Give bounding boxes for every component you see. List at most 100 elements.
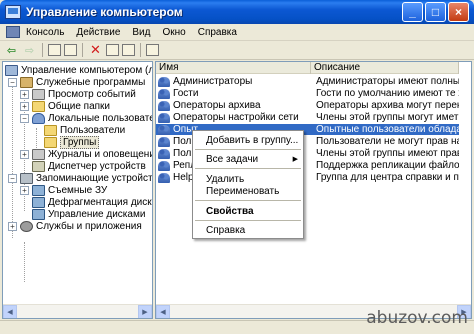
tree-item-local-users[interactable]: − Локальные пользователи и	[20, 112, 152, 124]
expand-icon[interactable]: +	[20, 185, 29, 195]
tree-item-label: Служебные программы	[36, 76, 146, 88]
scroll-right-icon[interactable]: ▶	[138, 305, 152, 318]
tree-item-label: Съемные ЗУ	[48, 184, 108, 196]
defrag-icon	[32, 196, 45, 208]
menu-bar: Консоль Действие Вид Окно Справка	[0, 24, 474, 41]
ctx-item-label: Все задачи	[206, 153, 259, 165]
computer-icon	[5, 64, 18, 76]
ctx-add-to-group[interactable]: Добавить в группу...	[193, 134, 303, 146]
ctx-item-label: Справка	[206, 224, 246, 236]
group-name: Операторы архива	[173, 100, 261, 111]
ctx-properties[interactable]: Свойства	[193, 205, 303, 217]
group-icon	[158, 136, 170, 147]
shared-folder-icon	[32, 100, 45, 112]
folder-icon	[44, 124, 57, 136]
tools-icon	[20, 76, 33, 88]
group-icon	[158, 100, 170, 111]
window-title: Управление компьютером	[26, 5, 183, 19]
ctx-separator	[195, 200, 301, 201]
tree-item-label: Запоминающие устройства	[36, 172, 153, 184]
menu-console[interactable]: Консоль	[20, 27, 70, 38]
collapse-icon[interactable]: −	[8, 173, 17, 183]
expand-icon[interactable]: +	[20, 89, 29, 99]
group-description: Группа для центра справки и под	[316, 172, 459, 183]
list-row[interactable]: Операторы архива Операторы архива могут …	[156, 100, 459, 111]
ctx-help[interactable]: Справка	[193, 224, 303, 236]
tree-item-label: Общие папки	[48, 100, 111, 112]
group-icon	[158, 160, 170, 171]
users-icon	[32, 112, 45, 124]
tree-item-groups[interactable]: Группы	[44, 135, 100, 149]
tree-root[interactable]: Управление компьютером (локаль	[5, 64, 152, 76]
expand-icon[interactable]: +	[20, 101, 29, 111]
properties-icon[interactable]	[106, 44, 119, 56]
tree-item-device-manager[interactable]: Диспетчер устройств	[32, 160, 146, 172]
group-name: Операторы настройки сети	[173, 112, 299, 123]
toolbar-separator	[42, 43, 43, 57]
maximize-button[interactable]: □	[425, 2, 446, 22]
close-button[interactable]: ×	[448, 2, 469, 22]
show-tree-icon[interactable]	[64, 44, 77, 56]
help-icon[interactable]	[146, 44, 159, 56]
tree-item-label: Службы и приложения	[36, 220, 142, 232]
tree-item-logs-alerts[interactable]: + Журналы и оповещения пр	[20, 148, 152, 160]
tree-item-disk-management[interactable]: Управление дисками	[32, 208, 145, 220]
menu-action[interactable]: Действие	[70, 27, 126, 38]
back-arrow-icon[interactable]: ⇦	[4, 43, 19, 58]
column-header-description[interactable]: Описание	[311, 62, 459, 74]
list-row[interactable]: Операторы настройки сети Члены этой груп…	[156, 112, 459, 123]
scroll-left-icon[interactable]: ◀	[156, 305, 170, 318]
expand-icon[interactable]: +	[20, 149, 29, 159]
services-icon	[20, 220, 33, 232]
collapse-icon[interactable]: −	[20, 113, 29, 123]
ctx-separator	[195, 220, 301, 221]
tree-item-shared-folders[interactable]: + Общие папки	[20, 100, 110, 112]
removable-storage-icon	[32, 184, 45, 196]
toolbar-separator	[140, 43, 141, 57]
tree-item-label: Управление дисками	[48, 208, 146, 220]
expand-icon[interactable]: +	[8, 221, 17, 231]
tree-horizontal-scrollbar[interactable]: ◀ ▶	[3, 304, 152, 318]
forward-arrow-icon[interactable]: ⇨	[22, 43, 37, 58]
computer-management-icon	[5, 5, 21, 19]
ctx-item-label: Добавить в группу...	[206, 134, 299, 146]
console-menu-icon[interactable]	[6, 26, 20, 38]
tree-item-users[interactable]: Пользователи	[44, 124, 125, 136]
group-description: Поддержка репликации файлов в	[316, 160, 459, 171]
submenu-arrow-icon: ▶	[292, 156, 298, 163]
tree-item-defrag[interactable]: Дефрагментация диска	[32, 196, 152, 208]
group-description: Члены этой группы могут иметь	[316, 112, 459, 123]
column-header-name[interactable]: Имя	[156, 62, 311, 74]
ctx-delete[interactable]: Удалить	[193, 173, 303, 185]
ctx-rename[interactable]: Переименовать	[193, 185, 303, 197]
tree-item-removable-storage[interactable]: + Съемные ЗУ	[20, 184, 107, 196]
menu-help[interactable]: Справка	[192, 27, 243, 38]
list-row[interactable]: Гости Гости по умолчанию имеют те же	[156, 88, 459, 99]
group-icon	[158, 148, 170, 159]
collapse-icon[interactable]: −	[8, 77, 17, 87]
group-name: Гости	[173, 88, 199, 99]
tree-item-event-viewer[interactable]: + Просмотр событий	[20, 88, 136, 100]
ctx-item-label: Свойства	[206, 205, 254, 217]
ctx-all-tasks[interactable]: Все задачи ▶	[193, 153, 303, 165]
scroll-left-icon[interactable]: ◀	[3, 305, 17, 318]
delete-icon[interactable]: ✕	[88, 42, 103, 58]
export-icon[interactable]	[122, 44, 135, 56]
tree-item-label: Журналы и оповещения пр	[48, 148, 152, 160]
list-row[interactable]: Администраторы Администраторы имеют полн…	[156, 76, 459, 87]
tree-item-services-apps[interactable]: + Службы и приложения	[8, 220, 142, 232]
tree-item-utilities[interactable]: − Служебные программы	[8, 76, 145, 88]
menu-window[interactable]: Окно	[156, 27, 191, 38]
console-tree[interactable]: Управление компьютером (локаль − Служебн…	[2, 61, 153, 319]
minimize-button[interactable]: _	[402, 2, 423, 22]
group-description: Члены этой группы имеют право	[316, 148, 459, 159]
up-folder-icon[interactable]	[48, 44, 61, 56]
toolbar-separator	[82, 43, 83, 57]
folder-icon	[44, 136, 57, 148]
group-name: Администраторы	[173, 76, 253, 87]
ctx-item-label: Удалить	[206, 173, 245, 185]
title-bar[interactable]: Управление компьютером _ □ ×	[0, 0, 474, 24]
menu-view[interactable]: Вид	[126, 27, 156, 38]
event-viewer-icon	[32, 88, 45, 100]
tree-item-storage[interactable]: − Запоминающие устройства	[8, 172, 153, 184]
